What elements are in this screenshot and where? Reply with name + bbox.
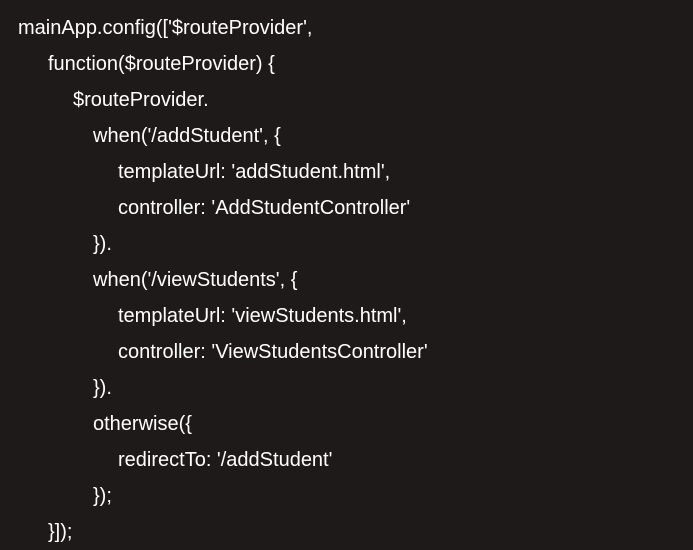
code-line: }). (18, 370, 675, 406)
code-line: redirectTo: '/addStudent' (18, 442, 675, 478)
code-line: templateUrl: 'viewStudents.html', (18, 298, 675, 334)
code-line: $routeProvider. (18, 82, 675, 118)
code-line: mainApp.config(['$routeProvider', (18, 10, 675, 46)
code-line: otherwise({ (18, 406, 675, 442)
code-line: templateUrl: 'addStudent.html', (18, 154, 675, 190)
code-line: function($routeProvider) { (18, 46, 675, 82)
code-line: when('/addStudent', { (18, 118, 675, 154)
code-line: }). (18, 226, 675, 262)
code-line: controller: 'AddStudentController' (18, 190, 675, 226)
code-line: when('/viewStudents', { (18, 262, 675, 298)
code-line: }); (18, 478, 675, 514)
code-block: mainApp.config(['$routeProvider',functio… (18, 10, 675, 550)
code-line: controller: 'ViewStudentsController' (18, 334, 675, 370)
code-line: }]); (18, 514, 675, 550)
